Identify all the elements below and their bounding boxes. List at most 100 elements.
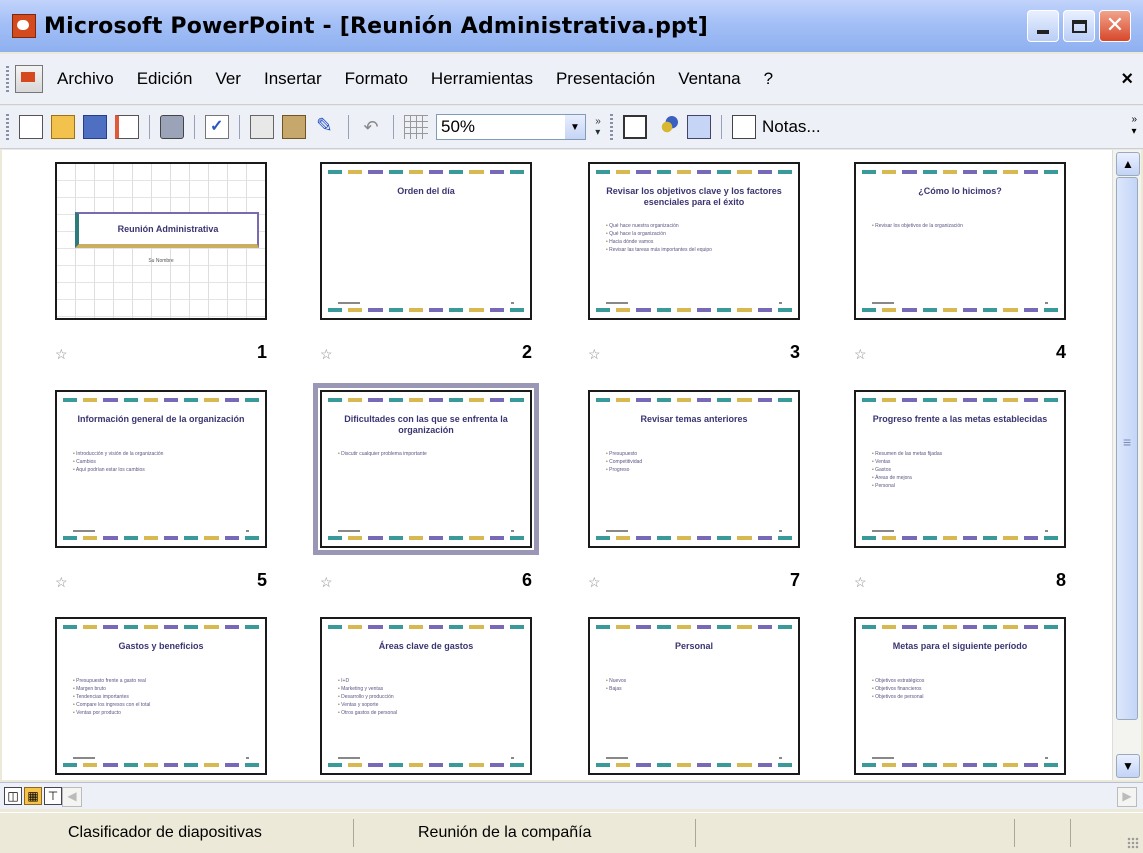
slide-thumbnail[interactable]: Personal NuevosBajas xyxy=(588,617,800,775)
slide-thumbnail[interactable]: Gastos y beneficios Presupuesto frente a … xyxy=(55,617,267,775)
transition-star-icon[interactable]: ☆ xyxy=(854,574,867,591)
format-painter-icon[interactable] xyxy=(314,113,338,139)
transition-star-icon[interactable]: ☆ xyxy=(320,574,333,591)
hide-slide-icon[interactable] xyxy=(623,115,647,139)
slide-thumbnail[interactable]: Áreas clave de gastos I+DMarketing y vent… xyxy=(320,617,532,775)
transition-star-icon[interactable]: ☆ xyxy=(55,346,68,363)
menu-formato[interactable]: Formato xyxy=(345,69,408,89)
slide-bullet: Bajas xyxy=(606,685,786,693)
menu-presentacion[interactable]: Presentación xyxy=(556,69,655,89)
document-icon[interactable] xyxy=(15,65,43,93)
slide-bullet: Qué hace nuestra organización xyxy=(606,222,786,230)
copy-icon[interactable] xyxy=(250,115,274,139)
normal-view-icon[interactable]: ◫ xyxy=(4,787,22,805)
scroll-left-icon[interactable]: ◀ xyxy=(62,787,82,807)
animation-scheme-icon[interactable] xyxy=(655,115,679,139)
paste-icon[interactable] xyxy=(282,115,306,139)
menu-insertar[interactable]: Insertar xyxy=(264,69,322,89)
transition-star-icon[interactable]: ☆ xyxy=(854,346,867,363)
slide-page-mark xyxy=(511,302,514,304)
slide-bullet: Ventas por producto xyxy=(73,709,253,717)
toolbar-separator xyxy=(239,115,240,139)
slide-bullet: Desarrollo y producción xyxy=(338,693,518,701)
maximize-button[interactable] xyxy=(1063,10,1095,42)
close-button[interactable]: ✕ xyxy=(1099,10,1131,42)
slide-thumbnail[interactable]: Metas para el siguiente período Objetivos… xyxy=(854,617,1066,775)
transition-star-icon[interactable]: ☆ xyxy=(588,346,601,363)
slide-bullet: Marketing y ventas xyxy=(338,685,518,693)
slide-page-mark xyxy=(511,530,514,532)
menu-ventana[interactable]: Ventana xyxy=(678,69,740,89)
slide-number: 7 xyxy=(789,570,800,590)
transition-star-icon[interactable]: ☆ xyxy=(588,574,601,591)
slide-stripe-decoration xyxy=(862,763,1059,767)
scroll-thumb[interactable] xyxy=(1116,177,1138,720)
slide-thumbnail[interactable]: Revisar temas anteriores PresupuestoCompe… xyxy=(588,390,800,548)
grid-icon[interactable] xyxy=(404,115,428,139)
slide-thumbnail[interactable]: Orden del día xyxy=(320,162,532,320)
slide-stripe-decoration xyxy=(862,625,1059,629)
menu-archivo[interactable]: Archivo xyxy=(57,69,114,89)
menu-grip[interactable] xyxy=(6,66,9,92)
print-icon[interactable] xyxy=(160,115,184,139)
slide-thumbnail[interactable]: Información general de la organización In… xyxy=(55,390,267,548)
scroll-down-icon[interactable]: ▼ xyxy=(1116,754,1140,778)
slide-thumbnail[interactable]: Progreso frente a las metas establecidas… xyxy=(854,390,1066,548)
slide-stripe-decoration xyxy=(328,308,525,312)
toolbar-options-icon[interactable]: » ▾ xyxy=(1131,114,1137,138)
maximize-icon xyxy=(1071,19,1087,33)
slide-bullet: Ventas xyxy=(872,458,1052,466)
permission-icon[interactable] xyxy=(115,115,139,139)
slideshow-view-icon[interactable]: ⊤ xyxy=(44,787,62,805)
transition-star-icon[interactable]: ☆ xyxy=(55,574,68,591)
slide-number: 8 xyxy=(1055,570,1066,590)
save-icon[interactable] xyxy=(83,115,107,139)
menu-edicion[interactable]: Edición xyxy=(137,69,193,89)
spelling-icon[interactable] xyxy=(205,115,229,139)
document-close-icon[interactable]: × xyxy=(1121,68,1133,91)
slide-bullets: Qué hace nuestra organizaciónQué hace la… xyxy=(606,222,786,254)
slide-title: Áreas clave de gastos xyxy=(378,641,474,651)
slide-title: Progreso frente a las metas establecidas xyxy=(872,414,1048,424)
slide-stripe-decoration xyxy=(328,625,525,629)
undo-icon[interactable]: ↶ xyxy=(359,115,383,139)
scroll-right-icon[interactable]: ▶ xyxy=(1117,787,1137,807)
notes-button[interactable]: Notas... xyxy=(762,117,821,137)
slide-thumbnail[interactable]: Reunión Administrativa Su Nombre xyxy=(55,162,267,320)
slide-stripe-decoration xyxy=(63,625,260,629)
chevron-down-icon[interactable]: ▼ xyxy=(565,115,585,139)
slide-thumbnail[interactable]: Dificultades con las que se enfrenta la … xyxy=(313,383,539,555)
summary-slide-icon[interactable] xyxy=(687,115,711,139)
slide-sorter-pane[interactable]: Reunión Administrativa Su Nombre ☆ 1 Orden d… xyxy=(2,150,1112,780)
slide-thumbnail[interactable]: ¿Cómo lo hicimos? Revisar los objetivos d… xyxy=(854,162,1066,320)
slide-subtitle: Su Nombre xyxy=(148,258,174,264)
scroll-up-icon[interactable]: ▲ xyxy=(1116,152,1140,176)
slide-sorter-view-icon[interactable]: ▦ xyxy=(24,787,42,805)
new-icon[interactable] xyxy=(19,115,43,139)
notes-icon[interactable] xyxy=(732,115,756,139)
slide-bullet: I+D xyxy=(338,677,518,685)
toolbar-grip[interactable] xyxy=(6,114,9,140)
slide-thumbnail[interactable]: Revisar los objetivos clave y los factor… xyxy=(588,162,800,320)
toolbar-options-icon[interactable]: » ▾ xyxy=(592,112,604,142)
slide-page-mark xyxy=(1045,530,1048,532)
minimize-button[interactable] xyxy=(1027,10,1059,42)
status-view: Clasificador de diapositivas xyxy=(0,819,354,847)
powerpoint-app-icon[interactable] xyxy=(12,14,36,38)
menu-herramientas[interactable]: Herramientas xyxy=(431,69,533,89)
slide-title: Reunión Administrativa xyxy=(75,212,259,248)
open-folder-icon[interactable] xyxy=(51,115,75,139)
slide-stripe-decoration xyxy=(596,170,793,174)
zoom-combo[interactable]: 50% ▼ xyxy=(436,114,586,140)
status-design: Reunión de la compañía xyxy=(354,819,696,847)
slide-page-mark xyxy=(779,302,782,304)
slide-bullet: Presupuesto frente a gasto real xyxy=(73,677,253,685)
toolbar-grip[interactable] xyxy=(610,114,613,140)
menu-ver[interactable]: Ver xyxy=(215,69,241,89)
zoom-value[interactable]: 50% xyxy=(437,117,565,137)
transition-star-icon[interactable]: ☆ xyxy=(320,346,333,363)
resize-grip[interactable] xyxy=(1127,837,1139,849)
menu-ayuda[interactable]: ? xyxy=(764,69,773,89)
vertical-scrollbar[interactable]: ▲ ▼ xyxy=(1112,150,1141,780)
slide-stripe-decoration xyxy=(862,398,1059,402)
